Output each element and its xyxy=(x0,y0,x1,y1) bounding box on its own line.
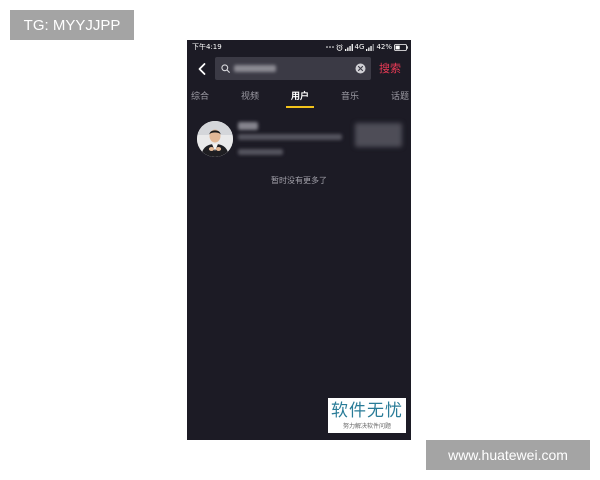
no-more-results-text: 暂时没有更多了 xyxy=(271,176,327,185)
status-icons: 4G 42% xyxy=(325,42,408,52)
alarm-icon xyxy=(335,43,343,51)
blurred-user-stats xyxy=(238,149,283,155)
logo-subtitle: 努力解决软件问题 xyxy=(342,423,391,430)
tab-users[interactable]: 用户 xyxy=(280,89,320,105)
user-result-row[interactable] xyxy=(187,116,411,162)
tg-watermark: TG: MYYJJPP xyxy=(10,10,134,40)
battery-percent: 42% xyxy=(376,43,392,51)
tab-music[interactable]: 音乐 xyxy=(330,89,370,105)
tab-topics[interactable]: 话题 xyxy=(380,89,411,105)
network-type: 4G xyxy=(354,43,365,51)
logo-watermark: 软件无忧 努力解决软件问题 xyxy=(328,398,406,433)
back-button[interactable] xyxy=(197,61,207,75)
status-bar: 下午4:19 4G 42% xyxy=(187,40,411,54)
tab-general[interactable]: 综合 xyxy=(187,89,220,105)
result-tabs: 综合 视频 用户 音乐 话题 xyxy=(187,89,411,105)
logo-title: 软件无忧 xyxy=(331,401,403,421)
clear-search-icon[interactable] xyxy=(355,63,366,74)
search-button[interactable]: 搜索 xyxy=(379,62,401,75)
search-input[interactable] xyxy=(215,57,371,80)
more-dots-icon xyxy=(325,45,334,49)
phone-screen: 下午4:19 4G 42% 搜索 综合 视频 用户 音乐 话题 暂时没有更多了 xyxy=(187,40,411,440)
battery-icon xyxy=(394,43,408,51)
blurred-username xyxy=(238,122,258,130)
search-icon xyxy=(221,64,230,73)
blurred-user-id xyxy=(238,134,342,140)
chevron-left-icon xyxy=(198,63,206,75)
status-time: 下午4:19 xyxy=(192,43,222,51)
follow-button-blurred[interactable] xyxy=(355,123,402,147)
signal-icon xyxy=(344,43,353,51)
battery-fill xyxy=(395,45,400,49)
avatar[interactable] xyxy=(197,121,233,157)
tab-videos[interactable]: 视频 xyxy=(230,89,270,105)
signal-icon xyxy=(366,43,375,51)
active-tab-indicator xyxy=(286,106,314,108)
site-watermark: www.huatewei.com xyxy=(426,440,590,470)
search-query-blurred xyxy=(234,65,276,72)
